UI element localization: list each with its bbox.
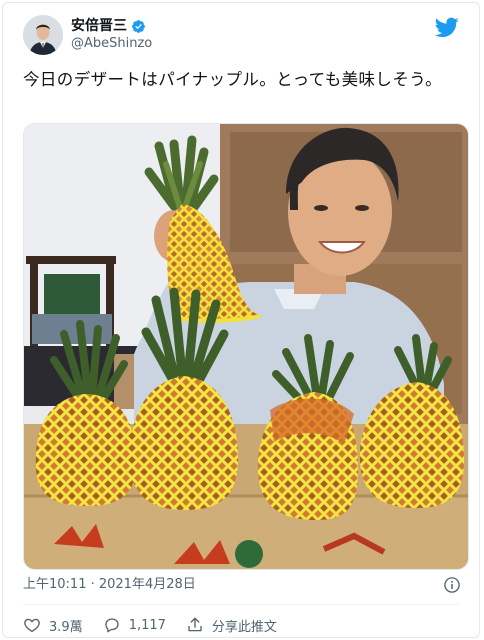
tweet-text: 今日のデザートはパイナップル。とっても美味しそう。 <box>23 70 443 89</box>
tweet-timestamp[interactable]: 上午10:11 · 2021年4月28日 <box>23 577 196 593</box>
author-avatar[interactable] <box>23 15 63 55</box>
info-icon[interactable] <box>443 576 461 594</box>
like-button[interactable]: 3.9萬 <box>23 616 83 635</box>
like-count: 3.9萬 <box>49 619 83 635</box>
action-divider <box>23 604 459 605</box>
author-handle[interactable]: @AbeShinzo <box>71 36 152 52</box>
heart-icon <box>24 618 40 633</box>
author-display-name[interactable]: 安倍晋三 <box>71 17 127 35</box>
reply-count: 1,117 <box>128 617 166 633</box>
share-button[interactable]: 分享此推文 <box>186 616 277 635</box>
reply-icon <box>105 618 119 633</box>
tweet-photo[interactable] <box>23 123 469 570</box>
pineapple-photo <box>24 124 468 569</box>
tweet-card[interactable]: 安倍晋三 @AbeShinzo 今日のデザートはパイナップル。とっても美味しそう… <box>2 2 480 638</box>
share-label: 分享此推文 <box>211 619 277 635</box>
avatar-photo <box>23 15 63 55</box>
reply-button[interactable]: 1,117 <box>103 616 166 634</box>
tweet-actions: 3.9萬 1,117 分享此推文 <box>23 615 297 635</box>
twitter-bird-icon[interactable] <box>435 15 459 39</box>
verified-badge-icon <box>132 19 145 33</box>
share-icon <box>188 617 202 632</box>
